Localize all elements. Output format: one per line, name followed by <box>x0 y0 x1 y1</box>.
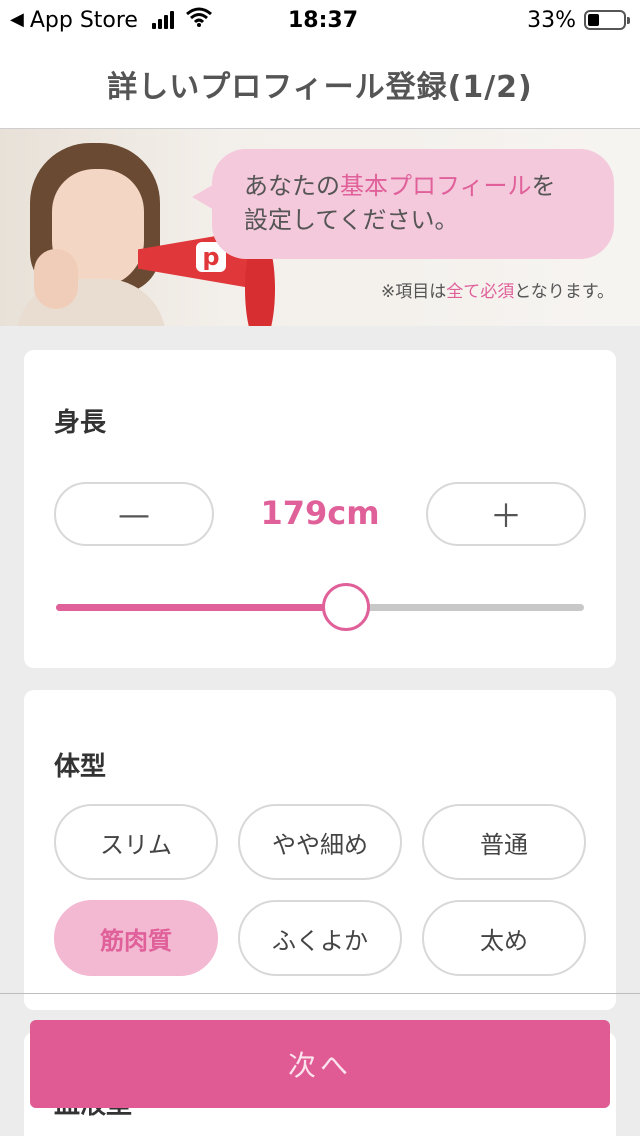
height-slider-thumb[interactable] <box>322 583 371 631</box>
height-slider[interactable] <box>56 583 584 631</box>
bubble-text-prefix: あなたの <box>244 172 340 200</box>
bubble-line-2: 設定してください。 <box>244 206 459 234</box>
body-type-option-normal[interactable]: 普通 <box>422 804 586 880</box>
woman-hand <box>34 249 78 309</box>
height-increase-button[interactable]: ＋ <box>426 482 586 546</box>
wifi-icon <box>186 7 212 33</box>
body-type-title: 体型 <box>54 752 107 782</box>
status-right: 33% <box>527 7 630 33</box>
page-title: 詳しいプロフィール登録(1/2) <box>107 70 533 105</box>
height-value: 179cm <box>260 494 380 532</box>
body-type-option-heavy[interactable]: 太め <box>422 900 586 976</box>
status-bar: ◀ App Store 18:37 33% <box>0 0 640 40</box>
note-highlight: 全て必須 <box>446 282 515 302</box>
battery-icon <box>584 10 630 30</box>
battery-level <box>588 14 600 26</box>
body-type-option-slightly-thin[interactable]: やや細め <box>238 804 402 880</box>
profile-banner: p あなたの基本プロフィールを 設定してください。 ※項目は全て必須となります。 <box>0 129 640 326</box>
battery-percent: 33% <box>527 7 576 33</box>
note-prefix: ※項目は <box>380 282 447 302</box>
back-to-app-label[interactable]: App Store <box>30 8 138 33</box>
bubble-text-suffix: を <box>531 172 556 200</box>
body-type-option-plump[interactable]: ふくよか <box>238 900 402 976</box>
status-left: ◀ App Store <box>10 7 212 33</box>
body-type-option-muscular[interactable]: 筋肉質 <box>54 900 218 976</box>
body-type-option-slim[interactable]: スリム <box>54 804 218 880</box>
height-card: 身長 — 179cm ＋ <box>24 350 616 668</box>
speech-bubble: あなたの基本プロフィールを 設定してください。 <box>212 149 614 259</box>
height-slider-fill <box>56 604 347 611</box>
body-type-card: 体型 スリム やや細め 普通 筋肉質 ふくよか 太め <box>24 690 616 1010</box>
cellular-signal-icon <box>151 11 174 29</box>
navigation-bar: 詳しいプロフィール登録(1/2) <box>0 40 640 129</box>
back-triangle-icon[interactable]: ◀ <box>10 11 24 29</box>
status-time: 18:37 <box>288 7 359 33</box>
note-suffix: となります。 <box>514 282 614 302</box>
bubble-text-highlight: 基本プロフィール <box>340 172 532 200</box>
height-title: 身長 <box>54 408 107 438</box>
next-button[interactable]: 次へ <box>30 1020 610 1108</box>
required-note: ※項目は全て必須となります。 <box>381 277 614 302</box>
bubble-line-1: あなたの基本プロフィールを <box>244 169 582 203</box>
height-decrease-button[interactable]: — <box>54 482 214 546</box>
